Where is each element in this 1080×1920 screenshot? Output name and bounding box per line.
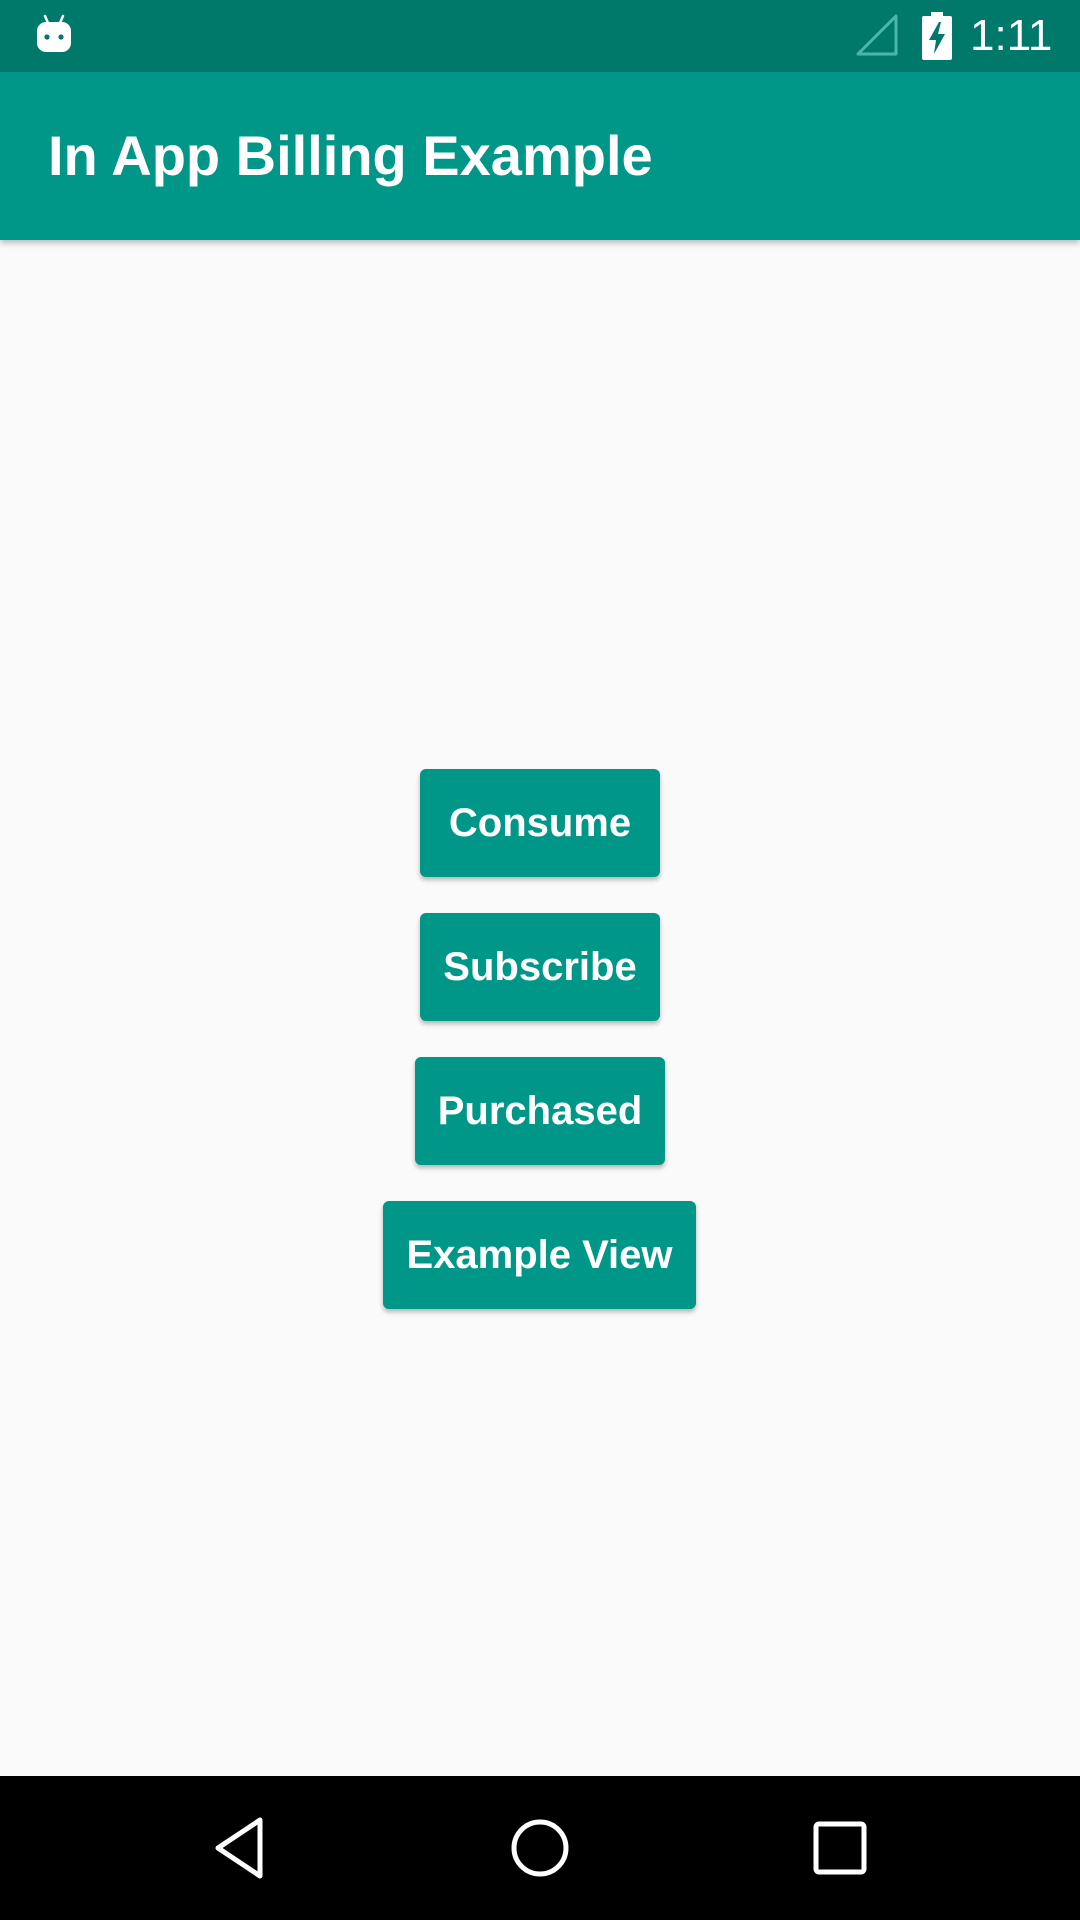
app-screen: 1:11 In App Billing Example Consume Subs… [0, 0, 1080, 1920]
subscribe-button[interactable]: Subscribe [420, 913, 660, 1021]
back-triangle-icon[interactable] [198, 1806, 282, 1890]
navigation-bar [0, 1776, 1080, 1920]
recents-square-icon[interactable] [798, 1806, 882, 1890]
consume-button[interactable]: Consume [420, 769, 660, 877]
app-toolbar: In App Billing Example [0, 72, 1080, 240]
purchased-button[interactable]: Purchased [415, 1057, 665, 1165]
home-circle-icon[interactable] [498, 1806, 582, 1890]
signal-empty-icon [856, 14, 898, 56]
status-clock: 1:11 [970, 11, 1053, 60]
battery-charging-icon [922, 12, 952, 60]
status-bar: 1:11 [0, 0, 1080, 72]
example-view-button[interactable]: Example View [383, 1201, 696, 1309]
page-title: In App Billing Example [48, 124, 653, 187]
android-robot-icon [37, 14, 71, 52]
